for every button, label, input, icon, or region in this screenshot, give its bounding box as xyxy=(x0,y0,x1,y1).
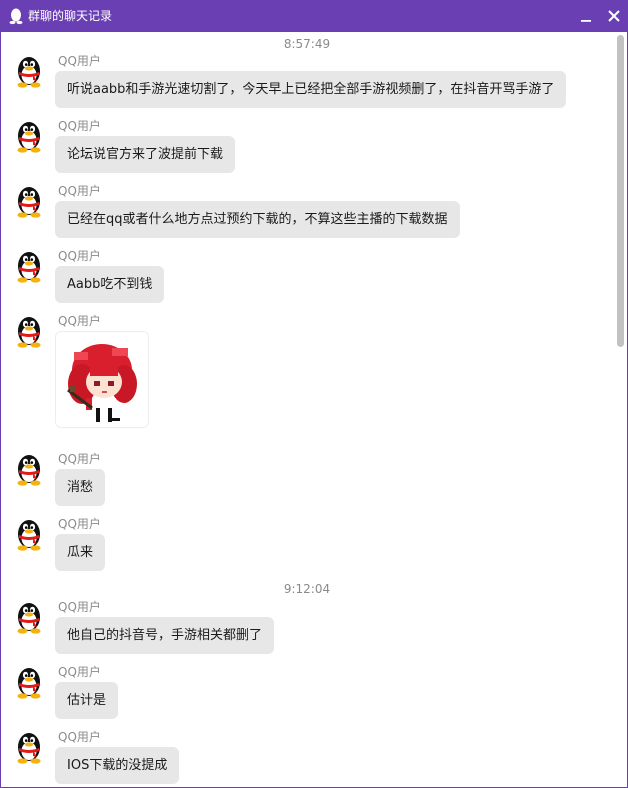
minimize-icon[interactable] xyxy=(575,5,597,27)
qq-penguin-icon xyxy=(9,8,23,25)
sender-name: QQ用户 xyxy=(58,249,101,263)
pixel-anime-girl-sticker xyxy=(56,332,148,427)
message-bubble[interactable]: 消愁 xyxy=(55,469,106,506)
qq-penguin-avatar[interactable] xyxy=(14,314,44,348)
close-icon[interactable] xyxy=(603,5,625,27)
image-message[interactable] xyxy=(55,331,149,428)
qq-penguin-avatar[interactable] xyxy=(14,517,44,551)
message-bubble[interactable]: Aabb吃不到钱 xyxy=(55,266,165,303)
qq-penguin-avatar[interactable] xyxy=(14,665,44,699)
qq-penguin-avatar[interactable] xyxy=(14,452,44,486)
qq-penguin-avatar[interactable] xyxy=(14,184,44,218)
sender-name: QQ用户 xyxy=(58,517,101,531)
title-bar[interactable]: 群聊的聊天记录 xyxy=(1,1,627,32)
message-list[interactable]: 8:57:49 QQ用户 听说aabb和手游光速切割了，今天早上已经把全部手游视… xyxy=(1,32,613,787)
timestamp: 9:12:04 xyxy=(283,582,331,596)
window-title: 群聊的聊天记录 xyxy=(28,9,113,23)
sender-name: QQ用户 xyxy=(58,665,101,679)
sender-name: QQ用户 xyxy=(58,314,101,328)
sender-name: QQ用户 xyxy=(58,730,101,744)
qq-penguin-avatar[interactable] xyxy=(14,600,44,634)
qq-penguin-avatar[interactable] xyxy=(14,730,44,764)
sender-name: QQ用户 xyxy=(58,184,101,198)
message-bubble[interactable]: 估计是 xyxy=(55,682,119,719)
message-bubble[interactable]: 听说aabb和手游光速切割了，今天早上已经把全部手游视频删了，在抖音开骂手游了 xyxy=(55,71,567,108)
scrollbar-thumb[interactable] xyxy=(617,35,624,347)
sender-name: QQ用户 xyxy=(58,119,101,133)
message-bubble[interactable]: 论坛说官方来了波提前下载 xyxy=(55,136,236,173)
chat-history-window: 群聊的聊天记录 8:57:49 QQ用户 听说aabb和手游光速切割了，今天早上… xyxy=(0,0,628,788)
message-bubble[interactable]: 他自己的抖音号，手游相关都删了 xyxy=(55,617,275,654)
message-bubble[interactable]: IOS下载的没提成 xyxy=(55,747,180,784)
sender-name: QQ用户 xyxy=(58,452,101,466)
timestamp: 8:57:49 xyxy=(283,37,331,51)
sender-name: QQ用户 xyxy=(58,54,101,68)
qq-penguin-avatar[interactable] xyxy=(14,54,44,88)
qq-penguin-avatar[interactable] xyxy=(14,249,44,283)
message-bubble[interactable]: 瓜来 xyxy=(55,534,106,571)
sender-name: QQ用户 xyxy=(58,600,101,614)
qq-penguin-avatar[interactable] xyxy=(14,119,44,153)
message-bubble[interactable]: 已经在qq或者什么地方点过预约下载的，不算这些主播的下载数据 xyxy=(55,201,460,238)
vertical-scrollbar[interactable] xyxy=(614,32,627,787)
